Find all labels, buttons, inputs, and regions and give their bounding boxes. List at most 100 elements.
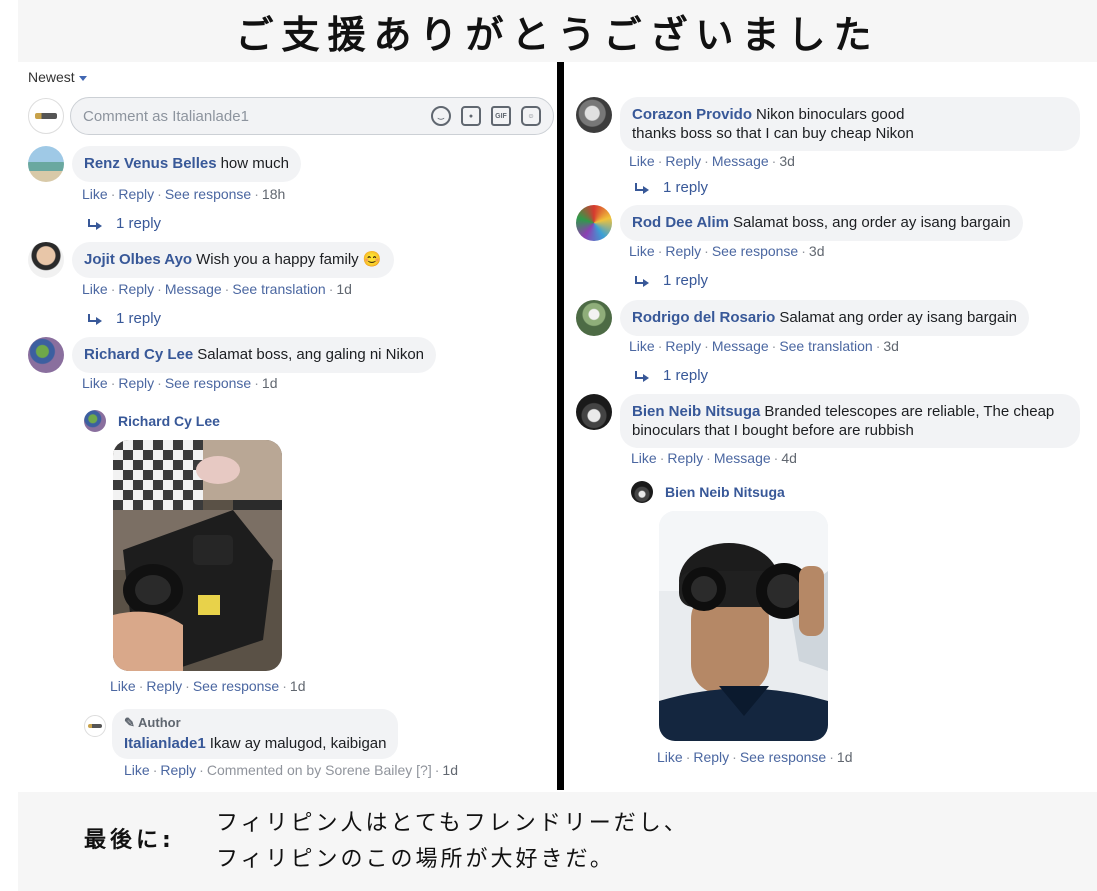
reply-link[interactable]: Reply — [693, 749, 729, 765]
page-title: ご支援ありがとうございました — [235, 12, 880, 57]
help-link[interactable]: [?] — [416, 762, 432, 778]
view-replies[interactable]: 1 reply — [635, 272, 708, 289]
view-replies[interactable]: 1 reply — [635, 179, 708, 196]
timestamp: 18h — [261, 186, 286, 202]
reply-link[interactable]: Reply — [665, 153, 701, 169]
like-link[interactable]: Like — [629, 338, 655, 354]
timestamp: 1d — [289, 678, 306, 694]
comment-item: Rodrigo del Rosario Salamat ang order ay … — [576, 300, 1029, 336]
timestamp: 3d — [883, 338, 899, 354]
avatar[interactable] — [84, 715, 106, 737]
commenter-name[interactable]: Italianlade1 — [124, 735, 206, 752]
like-link[interactable]: Like — [629, 153, 655, 169]
see-translation-link[interactable]: See translation — [779, 338, 872, 354]
comment-item: Corazon Provido Nikon binoculars good tha… — [576, 97, 1080, 151]
see-response-link[interactable]: See response — [165, 375, 251, 391]
avatar[interactable] — [84, 410, 106, 432]
commenter-name[interactable]: Richard Cy Lee — [84, 346, 193, 363]
pencil-icon: ✎ — [124, 715, 135, 730]
avatar[interactable] — [576, 97, 612, 133]
avatar[interactable] — [28, 242, 64, 278]
reply-arrow-icon — [635, 370, 649, 382]
avatar[interactable] — [28, 337, 64, 373]
replies-count: 1 reply — [116, 310, 162, 327]
message-link[interactable]: Message — [165, 281, 222, 297]
man-with-binoculars-photo[interactable] — [659, 511, 828, 741]
see-translation-link[interactable]: See translation — [232, 281, 325, 297]
comment-bubble: Renz Venus Belles how much — [72, 146, 301, 182]
comment-item: Rod Dee Alim Salamat boss, ang order ay i… — [576, 205, 1023, 241]
sort-dropdown[interactable]: Newest — [28, 69, 87, 85]
commenter-name[interactable]: Bien Neib Nitsuga — [632, 403, 760, 420]
comment-item: Jojit Olbes Ayo Wish you a happy family 😊 — [28, 242, 394, 278]
comment-actions: Like · Reply · Message · See translation · 3d — [629, 338, 899, 354]
message-link[interactable]: Message — [712, 153, 769, 169]
see-response-link[interactable]: See response — [740, 749, 826, 765]
commented-on-text: Commented on by Sorene Bailey — [206, 762, 413, 778]
page-banner: ご支援ありがとうございました — [18, 0, 1097, 62]
like-link[interactable]: Like — [82, 375, 108, 391]
composer-avatar — [28, 98, 64, 134]
commenter-name[interactable]: Corazon Provido — [632, 106, 752, 123]
avatar[interactable] — [576, 394, 612, 430]
reply-link[interactable]: Reply — [146, 678, 182, 694]
reply-link[interactable]: Reply — [118, 186, 154, 202]
commenter-name[interactable]: Jojit Olbes Ayo — [84, 251, 192, 268]
comment-actions: Like · Reply · Message · 3d — [629, 153, 795, 169]
reply-arrow-icon — [635, 182, 649, 194]
binoculars-photo[interactable] — [113, 440, 282, 671]
comment-bubble: Rodrigo del Rosario Salamat ang order ay … — [620, 300, 1029, 336]
see-response-link[interactable]: See response — [165, 186, 251, 202]
view-replies[interactable]: 1 reply — [88, 215, 161, 232]
comment-text: Wish you a happy family 😊 — [196, 251, 382, 268]
reply-link[interactable]: Reply — [667, 450, 703, 466]
message-link[interactable]: Message — [714, 450, 771, 466]
timestamp: 1d — [261, 375, 278, 391]
like-link[interactable]: Like — [110, 678, 136, 694]
comment-text: Ikaw ay malugod, kaibigan — [209, 735, 387, 752]
like-link[interactable]: Like — [82, 186, 108, 202]
comment-text-line2: thanks boss so that I can buy cheap Niko… — [632, 125, 914, 142]
reply-link[interactable]: Reply — [160, 762, 196, 778]
avatar[interactable] — [631, 481, 653, 503]
replies-count: 1 reply — [663, 367, 709, 384]
avatar[interactable] — [576, 300, 612, 336]
message-link[interactable]: Message — [712, 338, 769, 354]
replies-count: 1 reply — [663, 272, 709, 289]
comment-bubble: Richard Cy Lee Salamat boss, ang galing n… — [72, 337, 437, 373]
like-link[interactable]: Like — [82, 281, 108, 297]
reply-link[interactable]: Reply — [118, 281, 154, 297]
commenter-name[interactable]: Bien Neib Nitsuga — [665, 484, 785, 500]
commenter-name[interactable]: Richard Cy Lee — [118, 413, 220, 429]
comment-input[interactable]: Comment as Italianlade1 ‿ ● GIF ☺ — [70, 97, 554, 135]
reply-link[interactable]: Reply — [665, 338, 701, 354]
author-badge: ✎ Author — [124, 715, 181, 730]
comment-text-line2: binoculars that I bought before are rubb… — [632, 422, 914, 439]
comment-actions: Like · Reply · Message · 4d — [631, 450, 797, 466]
view-replies[interactable]: 1 reply — [635, 367, 708, 384]
sticker-icon[interactable]: ☺ — [521, 106, 541, 126]
like-link[interactable]: Like — [629, 243, 655, 259]
like-link[interactable]: Like — [631, 450, 657, 466]
smile-icon[interactable]: ‿ — [431, 106, 451, 126]
comment-bubble: Rod Dee Alim Salamat boss, ang order ay i… — [620, 205, 1023, 241]
camera-icon[interactable]: ● — [461, 106, 481, 126]
author-reply: ✎ Author Italianlade1 Ikaw ay malugod, ka… — [84, 709, 399, 759]
commenter-name[interactable]: Renz Venus Belles — [84, 155, 217, 172]
see-response-link[interactable]: See response — [193, 678, 279, 694]
view-replies[interactable]: 1 reply — [88, 310, 161, 327]
avatar[interactable] — [576, 205, 612, 241]
timestamp: 1d — [442, 762, 458, 778]
like-link[interactable]: Like — [124, 762, 150, 778]
reply-link[interactable]: Reply — [118, 375, 154, 391]
timestamp: 1d — [836, 749, 853, 765]
like-link[interactable]: Like — [657, 749, 683, 765]
commenter-name[interactable]: Rod Dee Alim — [632, 214, 729, 231]
see-response-link[interactable]: See response — [712, 243, 798, 259]
reply-link[interactable]: Reply — [665, 243, 701, 259]
commenter-name[interactable]: Rodrigo del Rosario — [632, 309, 775, 326]
comment-item: Renz Venus Belles how much — [28, 146, 301, 182]
avatar[interactable] — [28, 146, 64, 182]
gif-icon[interactable]: GIF — [491, 106, 511, 126]
comment-text: Salamat ang order ay isang bargain — [779, 309, 1017, 326]
